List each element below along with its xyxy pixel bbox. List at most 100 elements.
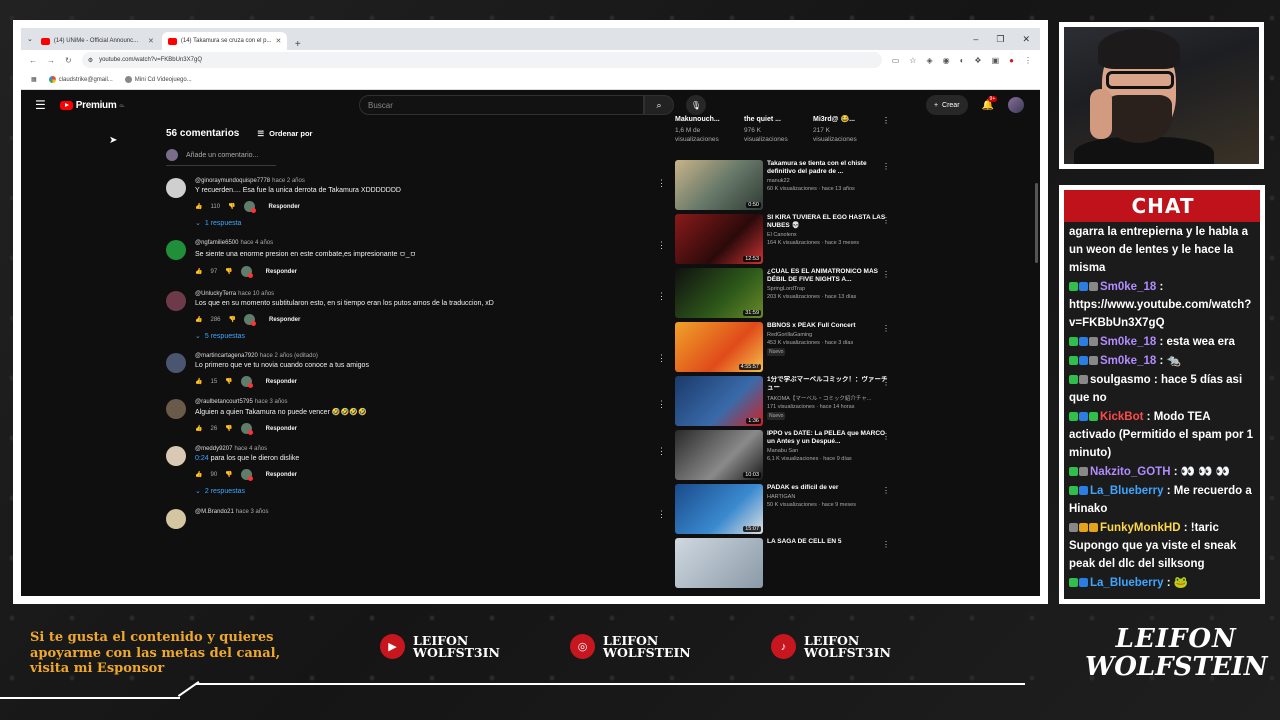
recommended-video[interactable]: 1:36 1分で学ぶマーベルコミック！：ヴァーチュー TAKOMA【マーベル・コミッ…	[675, 375, 890, 430]
short-item[interactable]: Makunouch... 1,6 M de visualizaciones	[675, 116, 732, 144]
dislike-icon[interactable]: 👎	[225, 378, 232, 385]
avatar[interactable]	[166, 446, 186, 466]
extension-icon[interactable]: ❖	[974, 56, 981, 65]
notifications-button[interactable]: 🔔 9+	[982, 95, 998, 111]
like-icon[interactable]: 👍	[195, 378, 202, 385]
comment-author[interactable]: @meddy9207	[195, 446, 232, 452]
close-tab-icon[interactable]: ✕	[148, 37, 154, 45]
close-tab-icon[interactable]: ✕	[275, 37, 281, 45]
account-avatar[interactable]	[1008, 97, 1024, 113]
profile-icon[interactable]: ●	[1009, 56, 1014, 65]
site-info-icon[interactable]: ⚙	[88, 57, 93, 64]
show-replies-button[interactable]: ⌄ 5 respuestas	[195, 332, 666, 341]
video-thumbnail[interactable]: 4:55:57	[675, 321, 763, 372]
reply-button[interactable]: Responder	[266, 472, 297, 478]
video-thumbnail[interactable]: 0:50	[675, 159, 763, 210]
comment-author[interactable]: @martincartagena7920	[195, 353, 258, 359]
channel-name[interactable]: manuk22	[767, 178, 890, 184]
comment-menu-icon[interactable]: ⋮	[657, 291, 666, 302]
search-input[interactable]: Buscar	[359, 95, 644, 115]
video-thumbnail[interactable]: 12:53	[675, 213, 763, 264]
dislike-icon[interactable]: 👎	[225, 471, 232, 478]
dislike-icon[interactable]: 👎	[228, 203, 235, 210]
channel-name[interactable]: Manabu San	[767, 448, 890, 454]
short-item[interactable]: Mi3rd@ 😂... 217 K visualizaciones	[813, 116, 870, 144]
video-title[interactable]: IPPO vs DATE: La PELEA que MARCÓ un Ante…	[767, 430, 890, 446]
extension-icon[interactable]: ◉	[943, 56, 950, 65]
dislike-icon[interactable]: 👎	[225, 268, 232, 275]
tab-unime[interactable]: (14) UNiMe - Official Announc... ✕	[35, 32, 160, 50]
avatar[interactable]	[166, 353, 186, 373]
menu-dots-icon[interactable]: ⋮	[1024, 56, 1032, 65]
timestamp-link[interactable]: 0:24	[195, 455, 209, 462]
voice-search-button[interactable]: 🎙	[686, 95, 706, 115]
comment-time[interactable]: hace 4 años	[234, 446, 267, 452]
apps-grid-icon[interactable]: ▦	[31, 76, 37, 83]
like-icon[interactable]: 👍	[195, 425, 202, 432]
social-link[interactable]: ◎ LEIFON WOLFSTEIN	[570, 634, 691, 659]
reply-button[interactable]: Responder	[266, 269, 297, 275]
extension-icon[interactable]: ◐	[960, 56, 965, 65]
back-icon[interactable]: ←	[29, 56, 37, 65]
reply-button[interactable]: Responder	[266, 426, 297, 432]
channel-name[interactable]: SpringLordTrap	[767, 286, 890, 292]
chat-username[interactable]: KickBot	[1100, 411, 1143, 423]
reload-icon[interactable]: ↻	[65, 56, 72, 65]
chat-username[interactable]: Nakzito_GOTH	[1090, 466, 1171, 478]
video-title[interactable]: Takamura se tienta con el chiste definit…	[767, 160, 890, 176]
comment-menu-icon[interactable]: ⋮	[657, 178, 666, 189]
channel-name[interactable]: TAKOMA【マーベル・コミック紹介チャ...	[767, 394, 890, 402]
youtube-logo[interactable]: Premium CL	[59, 100, 125, 111]
more-options-icon[interactable]: ⋮	[882, 432, 890, 441]
tab-takamura[interactable]: (14) Takamura se cruza con el p... ✕	[161, 32, 287, 50]
close-window-icon[interactable]: ✕	[1022, 34, 1030, 45]
chat-username[interactable]: La_Blueberry	[1090, 577, 1164, 589]
more-options-icon[interactable]: ⋮	[882, 540, 890, 549]
avatar[interactable]	[166, 178, 186, 198]
video-thumbnail[interactable]: 10:03	[675, 429, 763, 480]
channel-name[interactable]: RedGorillaGaming	[767, 332, 890, 338]
chat-username[interactable]: soulgasmo	[1090, 374, 1151, 386]
comment-menu-icon[interactable]: ⋮	[657, 399, 666, 410]
more-options-icon[interactable]: ⋮	[882, 162, 890, 171]
comment-author[interactable]: @raulbetancourt5795	[195, 399, 253, 405]
comment-time[interactable]: hace 3 años	[255, 399, 288, 405]
like-icon[interactable]: 👍	[195, 203, 202, 210]
avatar[interactable]	[166, 291, 186, 311]
puzzle-icon[interactable]: ▣	[992, 56, 1000, 65]
recommended-video[interactable]: 15:07 PADAK es difícil de ver HARTIGAN 50 K…	[675, 483, 890, 538]
more-options-icon[interactable]: ⋮	[882, 270, 890, 279]
sort-button[interactable]: ☰ Ordenar por	[257, 129, 312, 138]
like-icon[interactable]: 👍	[195, 316, 202, 323]
more-options-icon[interactable]: ⋮	[882, 324, 890, 333]
add-comment-input[interactable]: Añade un comentario...	[166, 149, 276, 166]
recommended-video[interactable]: 4:55:57 BBNOS x PEAK Full Concert RedGoril…	[675, 321, 890, 376]
channel-name[interactable]: El Canolenx	[767, 232, 890, 238]
extension-icon[interactable]: ◈	[926, 56, 932, 65]
comment-author[interactable]: @UnluckyTerra	[195, 291, 236, 297]
search-button[interactable]: ⌕	[644, 95, 674, 115]
social-link[interactable]: ▶ LEIFON WOLFST3IN	[380, 634, 500, 659]
comment-menu-icon[interactable]: ⋮	[657, 240, 666, 251]
video-title[interactable]: SI KIRA TUVIERA EL EGO HASTA LAS NUBES 💀	[767, 214, 890, 230]
comment-time[interactable]: hace 4 años	[240, 240, 273, 246]
reply-button[interactable]: Responder	[266, 379, 297, 385]
comment-author[interactable]: @ngfamilie6500	[195, 240, 238, 246]
create-button[interactable]: + Crear	[925, 95, 968, 115]
comment-time[interactable]: hace 2 años (editado)	[260, 353, 318, 359]
recommended-video[interactable]: 12:53 SI KIRA TUVIERA EL EGO HASTA LAS NU…	[675, 213, 890, 268]
bookmark-gmail[interactable]: claudstrike@gmail...	[48, 76, 113, 83]
video-title[interactable]: BBNOS x PEAK Full Concert	[767, 322, 890, 330]
scrollbar[interactable]	[1035, 183, 1038, 263]
restore-icon[interactable]: ❐	[996, 34, 1004, 45]
chat-username[interactable]: Sm0ke_18	[1100, 281, 1156, 293]
video-title[interactable]: 1分で学ぶマーベルコミック！：ヴァーチュー	[767, 376, 890, 392]
reply-button[interactable]: Responder	[269, 317, 300, 323]
reply-button[interactable]: Responder	[269, 204, 300, 210]
like-icon[interactable]: 👍	[195, 471, 202, 478]
dislike-icon[interactable]: 👎	[229, 316, 236, 323]
comment-menu-icon[interactable]: ⋮	[657, 446, 666, 457]
tab-list-chevron-icon[interactable]: ⌄	[27, 35, 33, 43]
cast-icon[interactable]: ▭	[892, 56, 900, 65]
comment-author[interactable]: @M.Brando21	[195, 509, 234, 515]
